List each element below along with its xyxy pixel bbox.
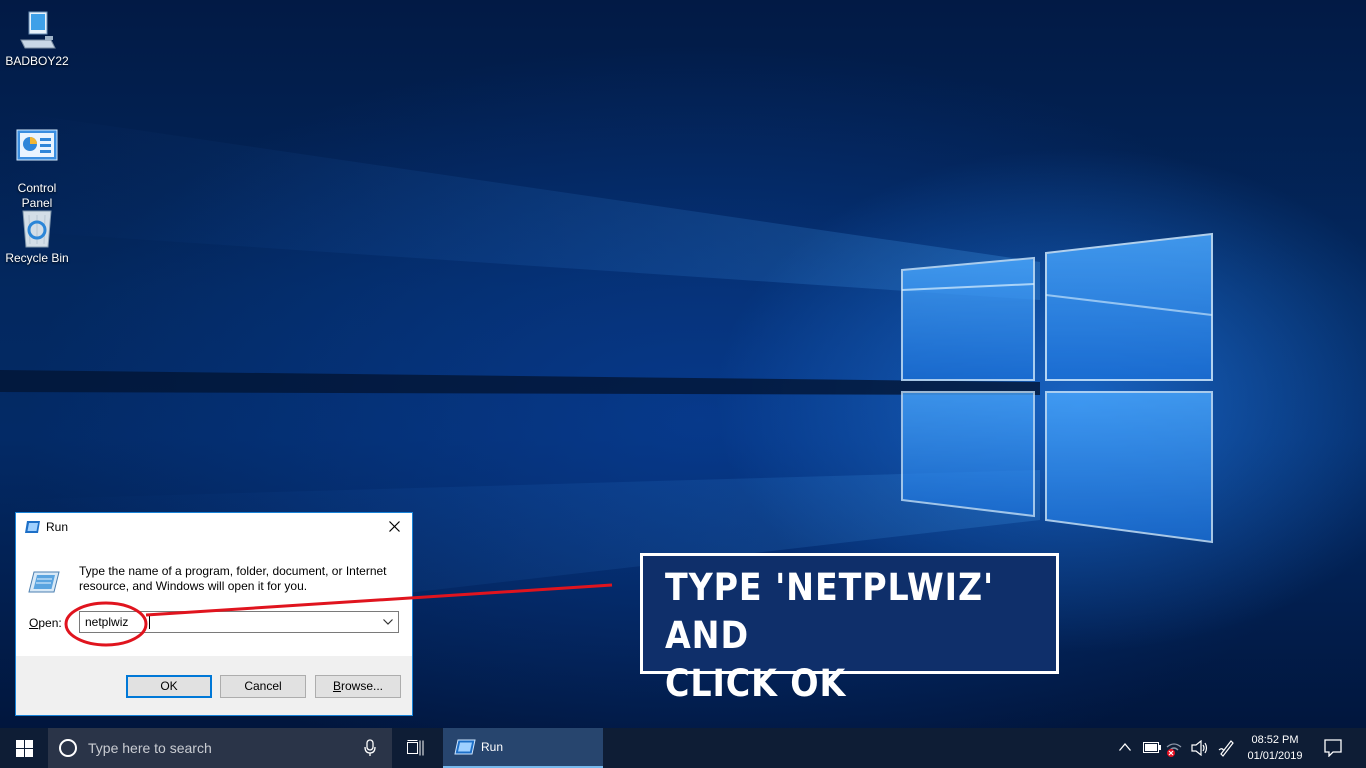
browse-button[interactable]: Browse... [315,675,401,698]
cancel-button[interactable]: Cancel [220,675,306,698]
pen-ink-icon[interactable] [1218,739,1234,757]
desktop-icon-label: Recycle Bin [5,251,69,265]
taskbar-app-run[interactable]: Run [443,728,603,768]
open-label-accesskey: O [29,616,39,630]
taskbar-search-box[interactable]: Type here to search [48,728,392,768]
open-label: Open: [29,616,62,630]
chevron-down-icon [383,619,393,625]
windows-logo-icon [16,740,33,757]
search-placeholder: Type here to search [88,740,212,756]
taskbar: Type here to search Run 08:52 PM 01/01/2… [0,728,1366,768]
open-label-text: pen: [38,616,62,630]
clock-date: 01/01/2019 [1247,750,1303,762]
run-close-button[interactable] [378,513,412,541]
text-caret [149,615,150,629]
network-disconnected-icon[interactable] [1165,741,1183,757]
run-program-icon [28,571,60,593]
browse-label: rowse... [341,679,384,693]
recycle-bin-icon [22,210,52,248]
computer-icon [20,11,56,49]
action-center-icon[interactable] [1324,739,1342,757]
run-description: Type the name of a program, folder, docu… [79,564,387,593]
browse-accesskey: B [332,679,341,693]
battery-icon[interactable] [1143,742,1161,753]
open-combobox[interactable] [79,611,399,633]
desktop-icon-computer[interactable]: BADBOY22 [0,10,74,69]
taskbar-app-label: Run [481,740,504,754]
annotation-text: TYPE 'NETPLWIZ' AND CLICK OK [665,564,1007,708]
open-dropdown-button[interactable] [378,612,398,632]
desktop-icon-recycle-bin[interactable]: Recycle Bin [0,207,74,266]
close-icon [389,521,400,532]
open-input[interactable] [80,612,381,632]
run-app-icon [454,739,476,755]
system-clock[interactable]: 08:52 PM 01/01/2019 [1240,732,1310,764]
run-app-icon [25,521,40,533]
microphone-icon[interactable] [364,739,376,757]
annotation-line-1: TYPE 'NETPLWIZ' AND [665,566,995,657]
volume-icon[interactable] [1191,740,1209,756]
desktop-icon-label: BADBOY22 [5,54,69,68]
start-button[interactable] [0,728,48,768]
annotation-line-2: CLICK OK [665,662,847,705]
control-panel-icon [16,129,58,161]
chevron-up-icon[interactable] [1119,743,1131,751]
ok-button[interactable]: OK [126,675,212,698]
run-titlebar[interactable]: Run [16,513,412,541]
task-view-button[interactable] [396,728,436,768]
task-view-icon [407,740,424,756]
cortana-search-icon [59,739,77,757]
clock-time: 08:52 PM [1251,734,1299,746]
run-dialog-title: Run [46,520,69,534]
run-dialog-body: Type the name of a program, folder, docu… [16,541,412,656]
run-dialog: Run Type the name of a program, folder, … [15,512,413,716]
annotation-callout: TYPE 'NETPLWIZ' AND CLICK OK [640,553,1059,705]
